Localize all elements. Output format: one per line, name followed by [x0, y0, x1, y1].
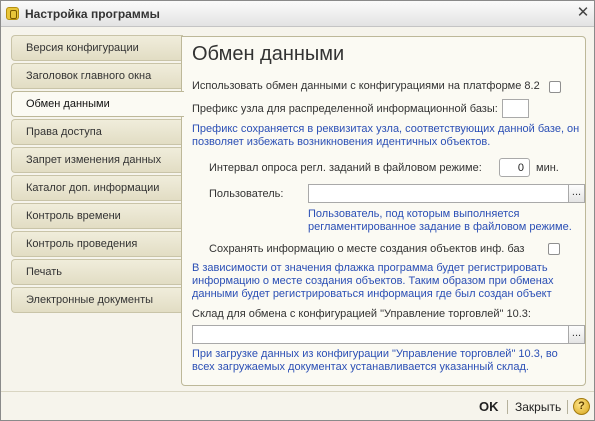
- close-icon[interactable]: ✕: [575, 5, 591, 21]
- node-prefix-note: Префикс сохраняется в реквизитах узла, с…: [192, 123, 580, 148]
- user-input[interactable]: [308, 184, 569, 203]
- tab-data-change-ban[interactable]: Запрет изменения данных: [11, 147, 183, 173]
- footer-divider: [567, 400, 568, 414]
- node-prefix-input[interactable]: [502, 99, 529, 118]
- help-icon[interactable]: ?: [573, 398, 590, 415]
- node-prefix-label: Префикс узла для распределенной информац…: [192, 103, 498, 115]
- footer-divider: [507, 400, 508, 414]
- tab-print[interactable]: Печать: [11, 259, 183, 285]
- tab-data-exchange[interactable]: Обмен данными: [11, 91, 184, 117]
- tab-extra-info-catalog[interactable]: Каталог доп. информации: [11, 175, 183, 201]
- poll-interval-unit: мин.: [536, 162, 559, 174]
- tab-access-rights[interactable]: Права доступа: [11, 119, 183, 145]
- tab-posting-control[interactable]: Контроль проведения: [11, 231, 183, 257]
- app-icon: [6, 7, 19, 20]
- warehouse-input[interactable]: [192, 325, 569, 344]
- save-location-checkbox[interactable]: [548, 243, 560, 255]
- close-button[interactable]: Закрыть: [515, 400, 561, 414]
- use-exchange-82-checkbox[interactable]: [549, 81, 561, 93]
- tab-main-window-title[interactable]: Заголовок главного окна: [11, 63, 183, 89]
- window-title: Настройка программы: [25, 7, 160, 21]
- poll-interval-input[interactable]: [499, 158, 530, 177]
- tab-time-control[interactable]: Контроль времени: [11, 203, 183, 229]
- settings-window: Настройка программы ✕ Версия конфигураци…: [0, 0, 595, 421]
- warehouse-note: При загрузке данных из конфигурации "Упр…: [192, 348, 558, 373]
- poll-interval-label: Интервал опроса регл. заданий в файловом…: [209, 162, 482, 174]
- user-select-button[interactable]: ...: [569, 184, 585, 203]
- save-location-label: Сохранять информацию о месте создания об…: [209, 243, 525, 255]
- warehouse-select-button[interactable]: ...: [569, 325, 585, 344]
- user-label: Пользователь:: [209, 188, 284, 200]
- user-note: Пользователь, под которым выполняется ре…: [308, 208, 572, 233]
- footer-bar: OK Закрыть ?: [1, 391, 594, 420]
- data-exchange-panel: Обмен данными Использовать обмен данными…: [181, 36, 586, 386]
- save-location-note: В зависимости от значения флажка програм…: [192, 262, 554, 300]
- tab-config-version[interactable]: Версия конфигурации: [11, 35, 183, 61]
- ok-button[interactable]: OK: [479, 399, 499, 414]
- use-exchange-82-label: Использовать обмен данными с конфигураци…: [192, 80, 540, 92]
- page-title: Обмен данными: [192, 43, 345, 65]
- window-content: Версия конфигурации Заголовок главного о…: [3, 28, 592, 390]
- warehouse-label: Склад для обмена с конфигурацией "Управл…: [192, 308, 531, 320]
- tab-electronic-documents[interactable]: Электронные документы: [11, 287, 183, 313]
- title-bar: Настройка программы ✕: [1, 1, 594, 27]
